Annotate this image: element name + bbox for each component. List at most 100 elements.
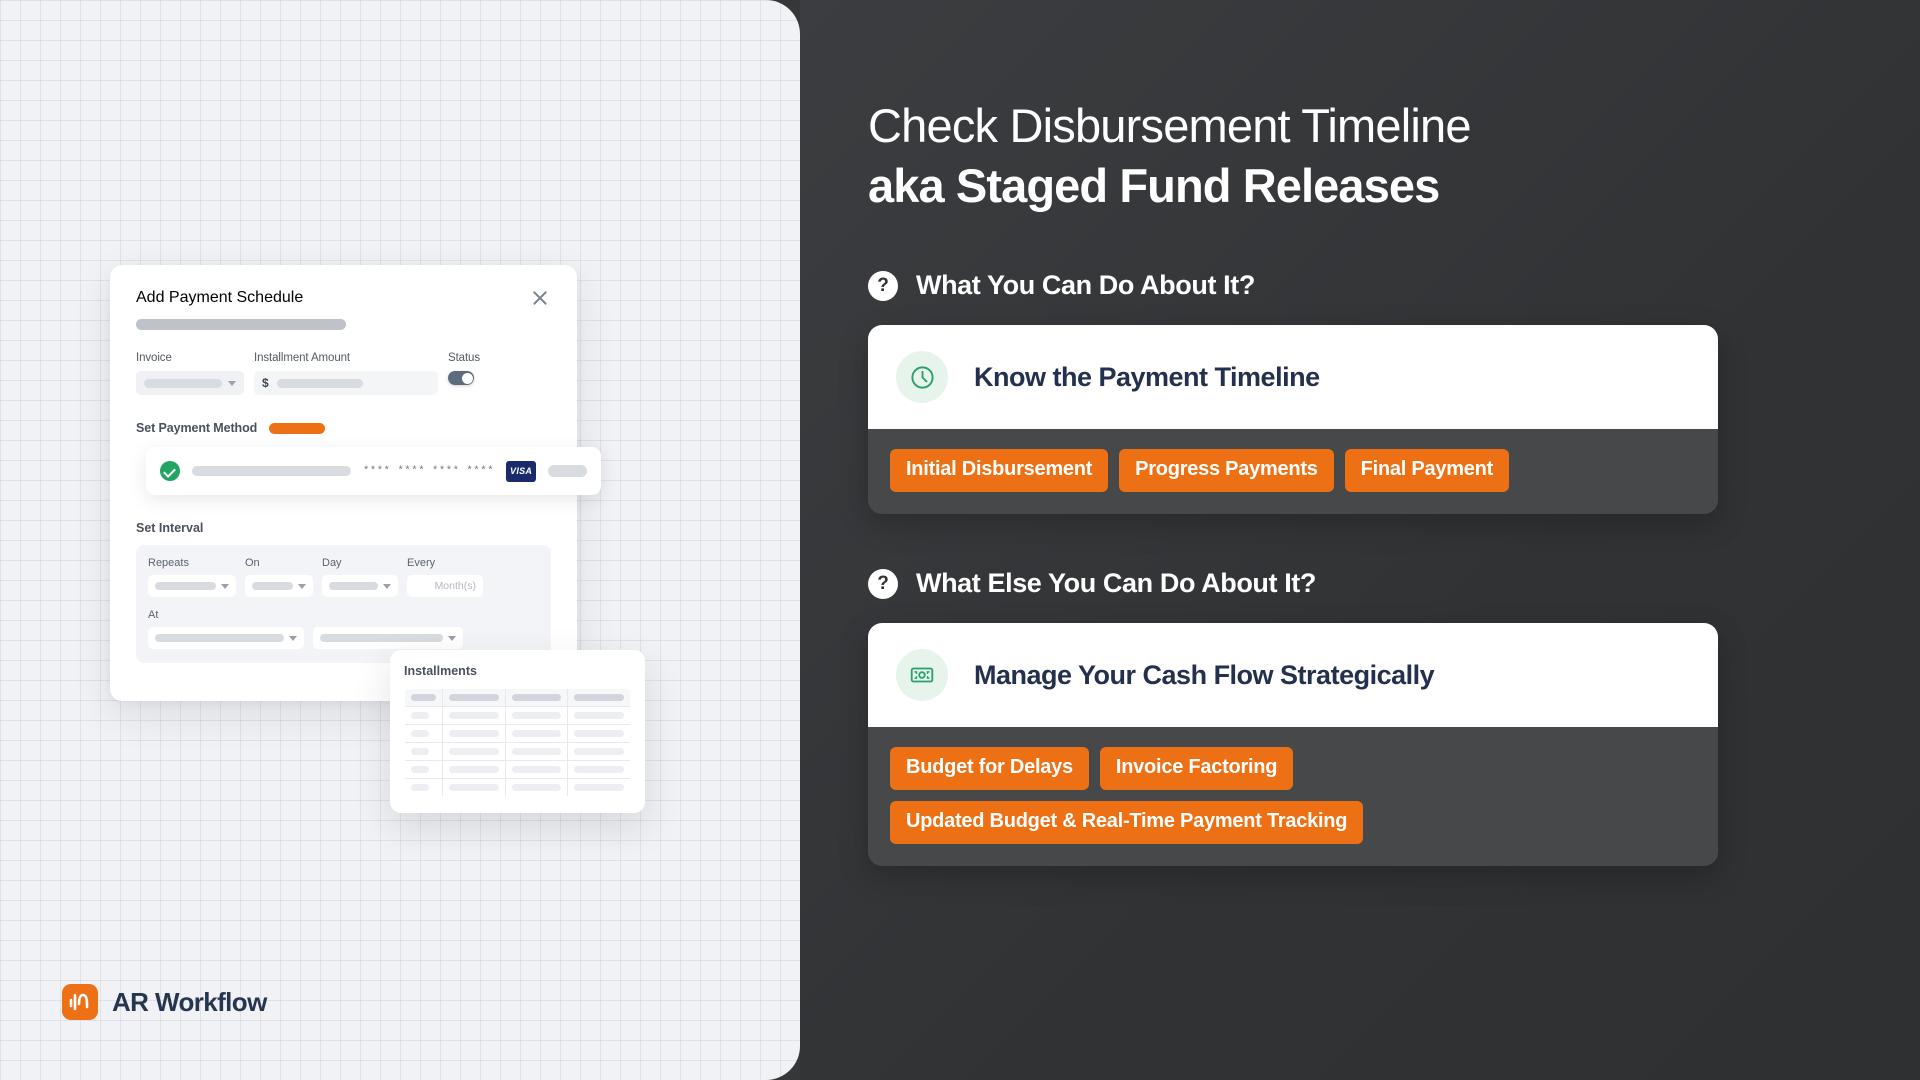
modal-title: Add Payment Schedule <box>136 289 304 306</box>
cell-skeleton <box>511 748 562 755</box>
section-header: ? What Else You Can Do About It? <box>868 568 1866 599</box>
tag-chip[interactable]: Budget for Delays <box>890 747 1089 791</box>
installment-amount-input[interactable]: $ <box>254 371 438 395</box>
card-know-the-payment-timeline: Know the Payment Timeline Initial Disbur… <box>868 325 1718 515</box>
hero-line-2: aka Staged Fund Releases <box>868 159 1440 213</box>
on-select[interactable] <box>245 575 313 597</box>
cell-skeleton <box>574 766 624 773</box>
header-skeleton <box>449 694 499 701</box>
status-field: Status <box>448 352 520 385</box>
tag-chip[interactable]: Final Payment <box>1344 449 1510 493</box>
cell-skeleton <box>449 712 499 719</box>
payment-method-highlight-pill <box>269 422 326 434</box>
table-cell <box>567 778 630 796</box>
banknote-icon <box>896 649 948 702</box>
add-payment-schedule-modal: Add Payment Schedule Invoice Installment… <box>110 265 601 701</box>
chevron-down-icon <box>289 635 297 641</box>
at-secondary-field <box>313 609 463 649</box>
card-title: Know the Payment Timeline <box>974 361 1320 392</box>
clock-icon <box>896 351 948 404</box>
logo-text: AR Workflow <box>112 986 267 1017</box>
cell-skeleton <box>511 730 562 737</box>
every-input[interactable]: Month(s) <box>407 575 483 597</box>
cell-skeleton <box>411 784 429 791</box>
question-mark-icon: ? <box>868 568 898 599</box>
invoice-field: Invoice <box>136 352 244 395</box>
table-row <box>405 742 630 761</box>
hero-line-1: Check Disbursement Timeline <box>868 99 1472 152</box>
cell-skeleton <box>449 748 499 755</box>
invoice-label: Invoice <box>136 352 172 364</box>
header-skeleton <box>411 694 436 701</box>
at-label: At <box>148 609 159 621</box>
table-cell <box>504 742 569 761</box>
day-select[interactable] <box>322 575 398 597</box>
page-root: Add Payment Schedule Invoice Installment… <box>0 0 1920 1080</box>
installments-title: Installments <box>404 664 477 678</box>
table-cell <box>567 742 630 761</box>
cell-skeleton <box>574 784 624 791</box>
interval-fields-row: Repeats On Day Every Month(s) <box>148 557 539 597</box>
repeats-select[interactable] <box>148 575 236 597</box>
table-cell <box>442 724 506 743</box>
at-field: At <box>148 609 304 649</box>
card-manage-your-cash-flow: Manage Your Cash Flow Strategically Budg… <box>868 623 1718 867</box>
cell-skeleton <box>574 748 624 755</box>
table-row <box>405 778 630 796</box>
on-field: On <box>245 557 313 597</box>
at-secondary-select[interactable] <box>313 627 463 649</box>
chevron-down-icon <box>221 583 229 589</box>
table-row <box>405 724 630 743</box>
table-cell <box>567 724 630 743</box>
at-select[interactable] <box>148 627 304 649</box>
on-value-skeleton <box>252 582 293 590</box>
invoice-select[interactable] <box>136 371 244 395</box>
cell-skeleton <box>574 730 624 737</box>
table-cell <box>405 706 443 725</box>
amount-value-skeleton <box>276 378 363 388</box>
card-title: Manage Your Cash Flow Strategically <box>974 659 1435 690</box>
day-value-skeleton <box>329 582 378 590</box>
table-cell <box>504 778 569 796</box>
tag-chip[interactable]: Initial Disbursement <box>890 449 1109 493</box>
section-what-else-you-can-do: ? What Else You Can Do About It? Manage … <box>868 568 1866 867</box>
visa-badge: VISA <box>506 460 537 482</box>
table-cell <box>442 742 506 761</box>
tag-chip[interactable]: Progress Payments <box>1119 449 1334 493</box>
table-row <box>405 706 630 725</box>
cell-skeleton <box>511 766 562 773</box>
card-trailing-skeleton <box>548 465 587 477</box>
status-toggle[interactable] <box>448 371 474 385</box>
cell-skeleton <box>411 748 429 755</box>
cell-skeleton <box>411 730 429 737</box>
currency-symbol: $ <box>262 376 269 390</box>
card-tag-strip: Initial Disbursement Progress Payments F… <box>868 429 1718 515</box>
repeats-value-skeleton <box>155 582 216 590</box>
table-cell <box>442 778 506 796</box>
day-label: Day <box>322 557 342 569</box>
at-secondary-label <box>313 609 463 621</box>
table-cell <box>405 760 443 779</box>
chevron-down-icon <box>298 583 306 589</box>
table-header-cell <box>405 689 443 707</box>
card-header: Manage Your Cash Flow Strategically <box>868 623 1718 728</box>
close-icon[interactable] <box>529 287 551 309</box>
tag-chip[interactable]: Updated Budget & Real-Time Payment Track… <box>890 801 1364 845</box>
card-header: Know the Payment Timeline <box>868 325 1718 430</box>
at-value-skeleton <box>155 634 284 642</box>
installments-table-head <box>405 689 630 707</box>
cell-skeleton <box>574 712 624 719</box>
chevron-down-icon <box>383 583 391 589</box>
table-header-cell <box>504 689 569 707</box>
cell-skeleton <box>449 730 499 737</box>
right-content-panel: Check Disbursement Timeline aka Staged F… <box>800 0 1920 1080</box>
installments-panel: Installments <box>390 650 645 813</box>
modal-fields-row: Invoice Installment Amount $ Status <box>136 352 551 395</box>
chevron-down-icon <box>228 380 236 386</box>
table-cell <box>405 724 443 743</box>
section-title: What Else You Can Do About It? <box>916 568 1316 599</box>
at-secondary-skeleton <box>320 634 443 642</box>
tag-chip[interactable]: Invoice Factoring <box>1099 747 1294 791</box>
section-header: ? What You Can Do About It? <box>868 270 1866 301</box>
saved-card-row[interactable]: **** **** **** **** VISA <box>146 447 601 495</box>
